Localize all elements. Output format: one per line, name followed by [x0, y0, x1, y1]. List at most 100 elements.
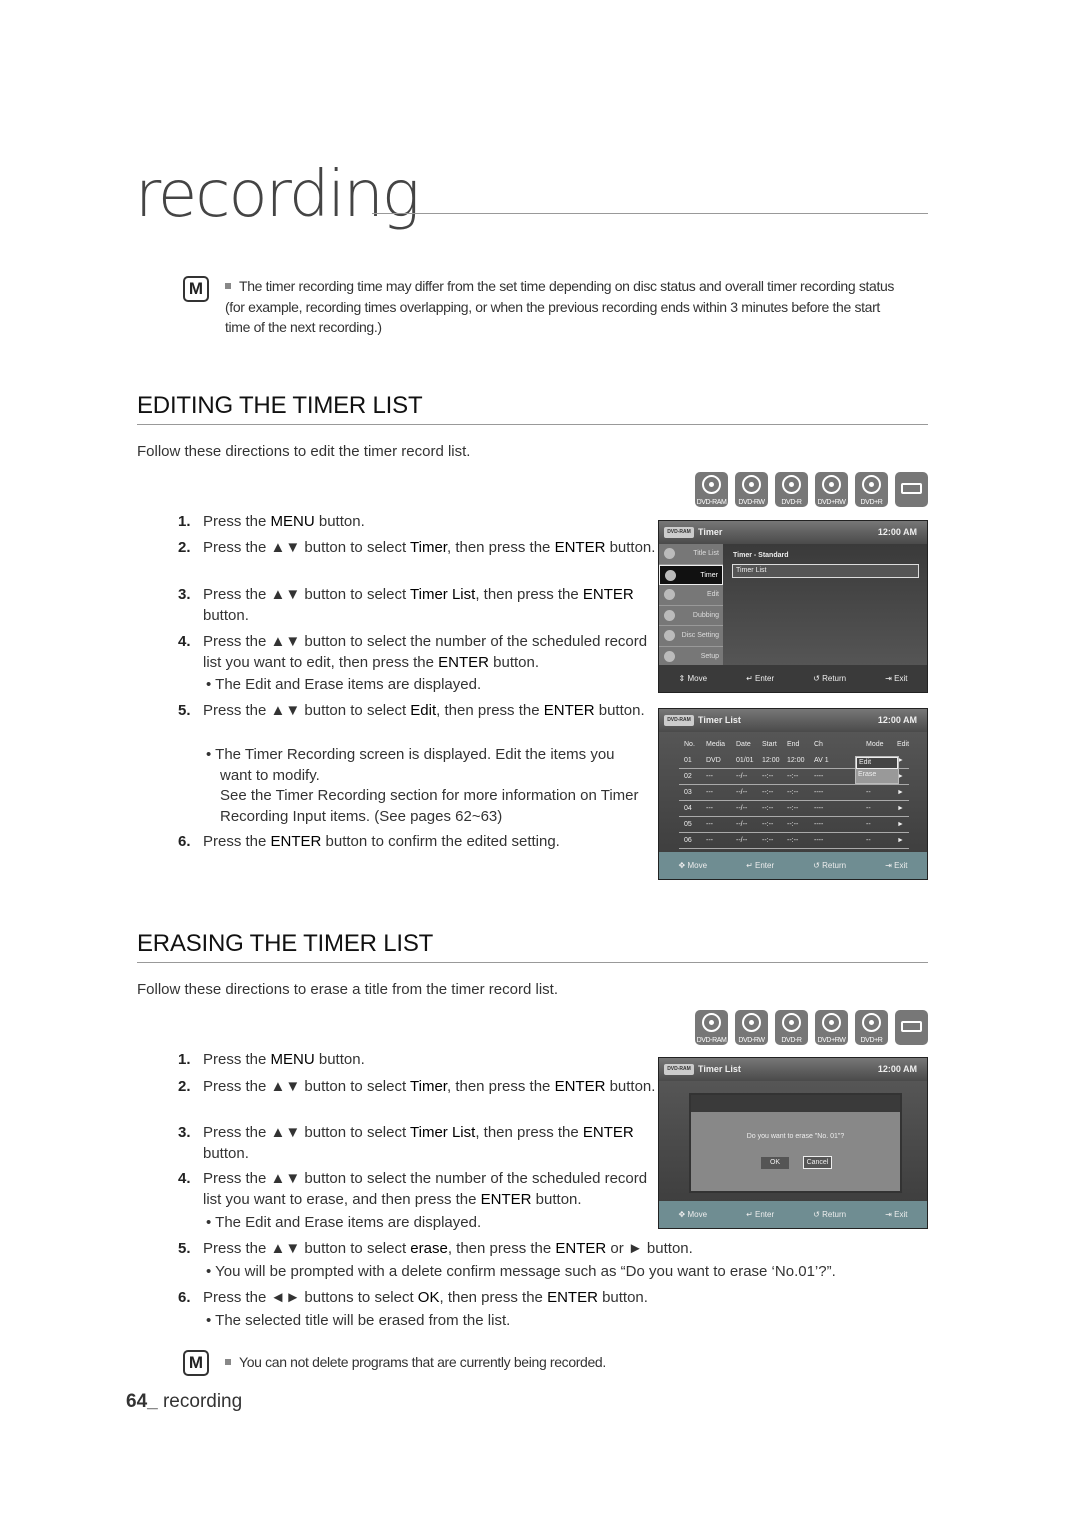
vhs-tape-icon: [895, 472, 928, 507]
table-cell: --:--: [762, 773, 774, 780]
menu-item-icon: [664, 650, 675, 662]
enter-label: Enter: [755, 861, 775, 870]
step-text: Press the ▲▼ button to select Timer List…: [203, 586, 634, 624]
table-cell: ---: [706, 805, 713, 812]
menu-option-timer-list[interactable]: Timer List: [732, 564, 919, 578]
menu-item-icon: [664, 589, 675, 600]
bullet-text: You will be prompted with a delete confi…: [215, 1263, 836, 1280]
chapter-title: recording: [135, 158, 420, 232]
row-arrow-icon: ►: [897, 837, 904, 844]
step-5: 5. Press the ▲▼ button to select Edit, th…: [178, 701, 658, 722]
step-text: Press the ▲▼ button to select Timer, the…: [203, 1078, 656, 1095]
step-number: 4.: [178, 1170, 191, 1187]
note-1: The timer recording time may differ from…: [225, 276, 905, 338]
step-1: 1. Press the MENU button.: [178, 512, 658, 533]
vhs-tape-icon: [895, 1010, 928, 1045]
menu-item-edit[interactable]: Edit: [659, 585, 723, 606]
menu-item-icon: [664, 548, 675, 559]
exit-label: Exit: [894, 674, 908, 683]
step-1: 1. Press the MENU button.: [178, 1050, 658, 1071]
table-row[interactable]: 03 --- --/-- --:-- --:-- ---- -- ►: [679, 785, 909, 801]
note-2: You can not delete programs that are cur…: [225, 1352, 905, 1373]
table-cell: AV 1: [814, 757, 829, 764]
bullet-continued: See the Timer Recording section for more…: [220, 787, 639, 825]
bullet: • The Edit and Erase items are displayed…: [206, 1214, 482, 1231]
page-footer: 64_ recording: [126, 1391, 242, 1413]
table-row[interactable]: 04 --- --/-- --:-- --:-- ---- -- ►: [679, 801, 909, 817]
step-3: 3. Press the ▲▼ button to select Timer Li…: [178, 585, 658, 626]
dvd-ram-badge: DVD-RAM: [664, 715, 694, 726]
table-cell: --:--: [787, 789, 799, 796]
disc-label: DVD+RW: [817, 499, 846, 506]
disc-icon-dvd-r: DVD-R: [775, 1010, 808, 1045]
disc-icon-dvdplusr: DVD+R: [855, 1010, 888, 1045]
exit-hint: ⇥ Exit: [885, 1210, 908, 1219]
disc-label: DVD+R: [860, 499, 883, 506]
menu-item-title-list[interactable]: Title List: [659, 544, 723, 565]
disc-icon: [822, 475, 841, 494]
clock: 12:00 AM: [877, 1064, 917, 1074]
popup-edit[interactable]: Edit: [856, 757, 898, 769]
move-hint: ✥ Move: [678, 861, 708, 870]
table-cell: --: [866, 837, 871, 844]
return-hint: ↺ Return: [813, 861, 847, 870]
table-cell: --/--: [736, 789, 748, 796]
disc-label: DVD-RW: [738, 1037, 765, 1044]
disc-icon-dvd-ram: DVD-RAM: [695, 472, 728, 507]
bullet-text: The selected title will be erased from t…: [215, 1312, 511, 1329]
disc-icon-dvdplusrw: DVD+RW: [815, 1010, 848, 1045]
menu-item-dubbing[interactable]: Dubbing: [659, 605, 723, 626]
disc-icon: [702, 475, 721, 494]
ok-button[interactable]: OK: [761, 1157, 789, 1169]
step-number: 4.: [178, 633, 191, 650]
disc-icon: [822, 1013, 841, 1032]
exit-hint: ⇥ Exit: [885, 674, 908, 683]
divider: [137, 424, 928, 425]
step-6: 6. Press the ENTER button to confirm the …: [178, 832, 658, 853]
table-cell: 12:00: [762, 757, 780, 764]
screen-footer: ✥ Move ↵ Enter ↺ Return ⇥ Exit: [659, 852, 927, 879]
screen-title: Timer List: [698, 715, 741, 725]
table-cell: --:--: [787, 837, 799, 844]
disc-icon: [862, 1013, 881, 1032]
table-cell: --/--: [736, 837, 748, 844]
intro-erasing: Follow these directions to erase a title…: [137, 981, 558, 998]
column-header: Edit: [897, 741, 910, 748]
menu-item-label: Setup: [700, 652, 719, 660]
step-number: 5.: [178, 1240, 191, 1257]
menu-option-standard[interactable]: Timer - Standard: [733, 552, 789, 559]
screen-footer: ⇕ Move ↵ Enter ↺ Return ⇥ Exit: [659, 665, 927, 692]
tape-icon: [901, 1021, 922, 1032]
table-row[interactable]: 06 --- --/-- --:-- --:-- ---- -- ►: [679, 833, 909, 849]
step-number: 3.: [178, 1124, 191, 1141]
disc-label: DVD+R: [860, 1037, 883, 1044]
screen-title: Timer List: [698, 1064, 741, 1074]
step-number: 6.: [178, 1289, 191, 1306]
enter-label: Enter: [755, 674, 775, 683]
menu-item-setup[interactable]: Setup: [659, 646, 723, 667]
menu-content: Timer - Standard Timer List: [723, 544, 927, 665]
disc-label: DVD-RAM: [696, 499, 727, 506]
bullet-text: The Edit and Erase items are displayed.: [215, 676, 482, 693]
step-text: Press the ▲▼ button to select the number…: [203, 1170, 648, 1208]
step-4: 4. Press the ▲▼ button to select the numb…: [178, 1169, 658, 1210]
enter-hint: ↵ Enter: [746, 1210, 775, 1219]
menu-screen-timer: DVD-RAM Timer 12:00 AM Title List Timer Edit…: [658, 520, 928, 693]
cancel-button[interactable]: Cancel: [803, 1156, 832, 1169]
table-cell: ----: [814, 805, 824, 812]
clock: 12:00 AM: [877, 715, 917, 725]
popup-erase[interactable]: Erase: [856, 769, 898, 780]
step-text: Press the ▲▼ button to select Timer List…: [203, 1124, 634, 1162]
timer-list-screen: DVD-RAM Timer List 12:00 AM No. Media Date St…: [658, 708, 928, 880]
row-arrow-icon: ►: [897, 821, 904, 828]
screen-footer: ✥ Move ↵ Enter ↺ Return ⇥ Exit: [659, 1201, 927, 1228]
return-label: Return: [822, 674, 847, 683]
return-hint: ↺ Return: [813, 1210, 847, 1219]
table-cell: 05: [684, 821, 692, 828]
menu-item-icon: [664, 630, 675, 641]
step-5: 5. Press the ▲▼ button to select erase, t…: [178, 1239, 738, 1260]
enter-hint: ↵ Enter: [746, 861, 775, 870]
menu-item-timer[interactable]: Timer: [659, 564, 723, 585]
menu-item-disc-setting[interactable]: Disc Setting: [659, 626, 723, 647]
table-row[interactable]: 05 --- --/-- --:-- --:-- ---- -- ►: [679, 817, 909, 833]
